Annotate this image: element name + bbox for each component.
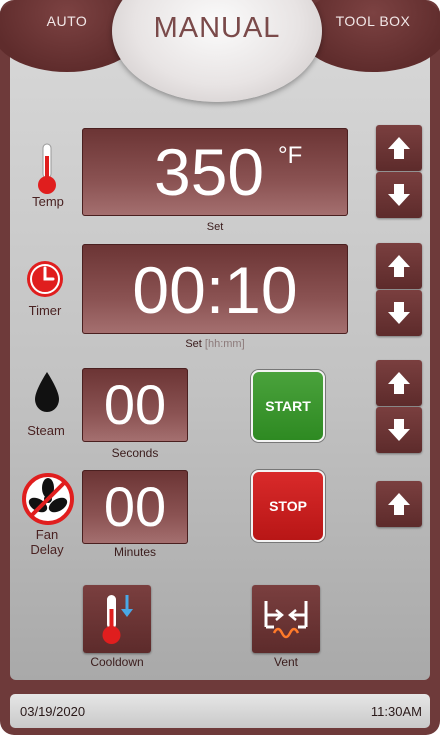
temp-unit: °F (278, 142, 303, 169)
app-frame: AUTO TOOL BOX MANUAL Temp 350 °F Set Tim… (0, 0, 440, 735)
temp-set-caption: Set (82, 221, 348, 233)
status-time: 11:30AM (370, 704, 422, 719)
steam-seconds-caption: Seconds (111, 446, 159, 460)
temp-set-text: Set (206, 221, 224, 233)
arrow-down-icon (388, 419, 410, 441)
steam-down-button[interactable] (376, 407, 422, 453)
temp-value: 350 (154, 135, 265, 209)
fan-delay-up-button[interactable] (376, 481, 422, 527)
fan-delay-minutes-caption: Minutes (113, 545, 157, 559)
start-button[interactable]: START (251, 370, 325, 442)
arrow-up-icon (388, 255, 410, 277)
timer-display[interactable]: 00:10 (82, 244, 348, 334)
stop-button-label: STOP (269, 498, 307, 514)
vent-label: Vent (273, 655, 299, 669)
arrow-up-icon (388, 372, 410, 394)
cooldown-button[interactable] (83, 585, 151, 653)
arrow-down-icon (388, 302, 410, 324)
temp-up-button[interactable] (376, 125, 422, 171)
fan-delay-label: Fan Delay (30, 527, 64, 557)
thermometer-icon (38, 143, 56, 194)
steam-up-button[interactable] (376, 360, 422, 406)
timer-set-caption: Set [hh:mm] (82, 338, 348, 350)
arrow-up-icon (388, 137, 410, 159)
temp-down-button[interactable] (376, 172, 422, 218)
steam-value: 00 (103, 373, 167, 436)
tab-manual-label: MANUAL (153, 12, 281, 44)
vent-button[interactable] (252, 585, 320, 653)
clock-icon (27, 261, 63, 297)
stop-button[interactable]: STOP (251, 470, 325, 542)
thermometer-cooldown-icon (102, 595, 133, 644)
vent-icon (264, 601, 308, 639)
start-button-label: START (265, 398, 311, 414)
timer-label: Timer (28, 303, 62, 318)
timer-up-button[interactable] (376, 243, 422, 289)
temp-label: Temp (32, 194, 64, 209)
timer-value: 00:10 (132, 253, 298, 327)
status-bar: 03/19/2020 11:30AM (10, 694, 430, 728)
fan-delay-display[interactable]: 00 (82, 470, 188, 544)
cooldown-label: Cooldown (90, 655, 144, 669)
fan-off-icon (22, 473, 74, 525)
timer-down-button[interactable] (376, 290, 422, 336)
steam-display[interactable]: 00 (82, 368, 188, 442)
steam-label: Steam (27, 423, 65, 438)
timer-format-text: [hh:mm] (204, 338, 245, 350)
arrow-up-icon (388, 493, 410, 515)
timer-set-text: Set (185, 338, 202, 350)
fan-delay-value: 00 (103, 475, 167, 538)
status-date: 03/19/2020 (20, 704, 86, 719)
water-drop-icon (35, 372, 59, 412)
temp-display[interactable]: 350 °F (82, 128, 348, 216)
arrow-down-icon (388, 184, 410, 206)
